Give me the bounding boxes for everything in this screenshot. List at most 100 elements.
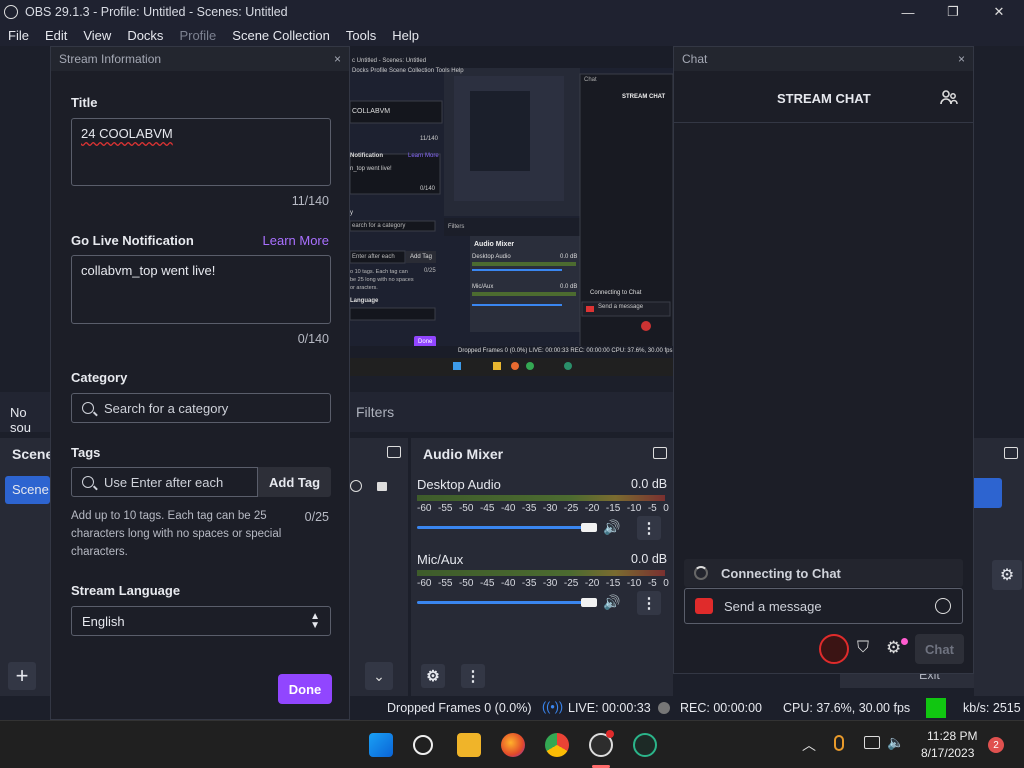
controls-dock: ⚙ xyxy=(974,438,1024,696)
menu-profile[interactable]: Profile xyxy=(171,28,224,43)
search-icon xyxy=(82,476,94,488)
mini-count: 11/140 xyxy=(420,136,438,142)
volume-slider-handle[interactable] xyxy=(581,523,597,532)
mini-tag-help: o 10 tags. Each tag can be 25 long with … xyxy=(350,269,414,291)
channel-name: Desktop Audio xyxy=(417,477,501,492)
chrome-icon[interactable] xyxy=(545,733,569,757)
title-input[interactable]: 24 COOLABVM xyxy=(71,118,331,186)
menu-file[interactable]: File xyxy=(0,28,37,43)
app-icon[interactable] xyxy=(633,733,657,757)
mini-filters: Filters xyxy=(448,224,465,230)
chevron-down-button[interactable]: ⌄ xyxy=(365,662,393,690)
notification-count-badge[interactable]: 2 xyxy=(988,737,1004,753)
community-icon[interactable] xyxy=(940,89,958,107)
speaker-icon[interactable]: 🔊 xyxy=(603,594,620,611)
emote-picker-icon[interactable] xyxy=(935,598,951,614)
category-search-input[interactable]: Search for a category xyxy=(71,393,331,423)
sources-toolbar: Filters xyxy=(350,392,673,432)
mini-tag-count: 0/25 xyxy=(424,268,436,274)
dropped-frames: Dropped Frames 0 (0.0%) xyxy=(387,701,532,715)
mini-connecting: Connecting to Chat xyxy=(590,290,642,296)
channel-name: Mic/Aux xyxy=(417,552,464,567)
live-time: LIVE: 00:00:33 xyxy=(568,701,651,715)
title-label: Title xyxy=(71,95,98,110)
undock-icon[interactable] xyxy=(1004,447,1018,459)
learn-more-link[interactable]: Learn More xyxy=(263,233,329,248)
volume-meter xyxy=(417,495,665,501)
language-value: English xyxy=(82,613,125,629)
undock-icon[interactable] xyxy=(653,447,667,459)
undock-icon[interactable] xyxy=(387,446,401,458)
network-icon[interactable] xyxy=(864,736,880,749)
moderation-icon[interactable]: ⛉ xyxy=(857,639,869,657)
preview-canvas[interactable]: c Untitled - Scenes: Untitled Docks Prof… xyxy=(350,46,673,376)
volume-slider-handle[interactable] xyxy=(581,598,597,607)
shield-mode-icon[interactable] xyxy=(819,634,849,664)
scene-item-label: Scene xyxy=(12,482,49,497)
tags-count: 0/25 xyxy=(304,510,329,524)
microphone-icon[interactable] xyxy=(834,735,844,751)
chat-header-bar: Chat × xyxy=(674,47,973,71)
mini-mic-db: 0.0 dB xyxy=(560,284,578,290)
meter-scale: -60 -55 -50 -45 -40 -35 -30 -25 -20 -15 -10 -5 0 xyxy=(417,578,669,589)
chevron-up-icon[interactable]: ︿ xyxy=(802,735,816,755)
maximize-button[interactable]: ❐ xyxy=(930,0,976,24)
select-arrows-icon: ▲ ▼ xyxy=(310,611,320,631)
no-source-text: No sou xyxy=(10,405,31,435)
windows-taskbar: ︿ 🔈 11:28 PM 8/17/2023 2 xyxy=(0,720,1024,768)
stream-info-close-button[interactable]: × xyxy=(334,52,341,66)
eye-icon[interactable] xyxy=(350,480,362,492)
stream-language-select[interactable]: English ▲ ▼ xyxy=(71,606,331,636)
category-label: Category xyxy=(71,370,128,385)
close-button[interactable]: ✕ xyxy=(976,0,1022,24)
menu-tools[interactable]: Tools xyxy=(338,28,384,43)
search-icon xyxy=(82,402,94,414)
audio-mixer-dock: Audio Mixer Desktop Audio 0.0 dB -60 -55-… xyxy=(411,438,673,696)
mini-title: c Untitled - Scenes: Untitled xyxy=(352,58,427,64)
menu-bar: File Edit View Docks Profile Scene Colle… xyxy=(0,24,1024,46)
file-explorer-icon[interactable] xyxy=(457,733,481,757)
volume-slider[interactable] xyxy=(417,601,587,604)
speaker-icon[interactable]: 🔊 xyxy=(603,519,620,536)
search-icon[interactable] xyxy=(413,735,433,755)
start-windows-icon[interactable] xyxy=(369,733,393,757)
settings-gear-icon[interactable]: ⚙ xyxy=(992,560,1022,590)
done-button[interactable]: Done xyxy=(278,674,332,704)
channel-db: 0.0 dB xyxy=(631,477,668,491)
scenes-dock: Scene Scene + xyxy=(0,438,53,696)
scene-item[interactable]: Scene xyxy=(5,476,50,504)
spinner-icon xyxy=(694,566,708,580)
add-scene-button[interactable]: + xyxy=(8,662,36,690)
tags-input[interactable]: Use Enter after each xyxy=(71,467,258,497)
volume-icon[interactable]: 🔈 xyxy=(887,734,904,751)
start-streaming-button[interactable] xyxy=(974,478,1002,508)
mini-desktop: Desktop Audio xyxy=(472,254,511,260)
go-live-notification-input[interactable]: collabvm_top went live! xyxy=(71,255,331,324)
menu-scene-collection[interactable]: Scene Collection xyxy=(224,28,338,43)
menu-edit[interactable]: Edit xyxy=(37,28,75,43)
firefox-icon[interactable] xyxy=(501,733,525,757)
chat-close-button[interactable]: × xyxy=(958,52,965,66)
menu-docks[interactable]: Docks xyxy=(119,28,171,43)
channel-menu-button[interactable]: ⋮ xyxy=(637,591,661,615)
chat-send-button[interactable]: Chat xyxy=(915,634,964,664)
filters-button[interactable]: Filters xyxy=(350,404,394,420)
title-input-value: 24 COOLABVM xyxy=(81,126,173,141)
advanced-audio-settings-button[interactable]: ⚙ xyxy=(421,664,445,688)
minimize-button[interactable]: — xyxy=(885,0,931,24)
clock-date[interactable]: 8/17/2023 xyxy=(921,746,974,760)
menu-view[interactable]: View xyxy=(75,28,119,43)
notification-char-count: 0/140 xyxy=(297,332,329,346)
stream-info-title: Stream Information xyxy=(59,52,162,66)
clock-time[interactable]: 11:28 PM xyxy=(927,729,977,743)
add-tag-button[interactable]: Add Tag xyxy=(258,467,331,497)
channel-menu-button[interactable]: ⋮ xyxy=(637,516,661,540)
menu-help[interactable]: Help xyxy=(384,28,427,43)
send-message-input[interactable]: Send a message xyxy=(684,588,963,624)
bitrate: kb/s: 2515 xyxy=(963,701,1021,715)
volume-slider[interactable] xyxy=(417,526,587,529)
lock-icon[interactable] xyxy=(377,482,387,491)
chat-settings-gear-icon[interactable]: ⚙ xyxy=(886,638,901,658)
send-placeholder: Send a message xyxy=(724,599,822,614)
audio-mixer-menu-button[interactable]: ⋮ xyxy=(461,664,485,688)
